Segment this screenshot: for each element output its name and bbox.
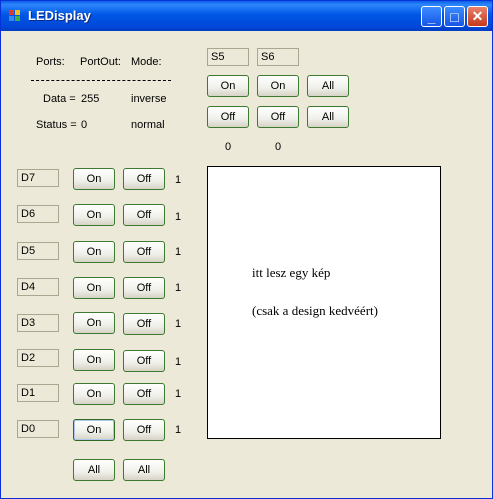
app-icon <box>9 10 23 22</box>
d1-value: 1 <box>175 388 182 400</box>
status-mode: normal <box>131 119 165 131</box>
d1-on-button[interactable]: On <box>73 383 115 405</box>
d5-value: 1 <box>175 246 182 258</box>
picture-box: itt lesz egy kép (csak a design kedvéért… <box>207 166 441 439</box>
d7-on-button[interactable]: On <box>73 168 115 190</box>
d0-off-button[interactable]: Off <box>123 419 165 441</box>
picture-caption-1: itt lesz egy kép <box>252 265 331 280</box>
d3-value: 1 <box>175 318 182 330</box>
title-bar[interactable]: LEDisplay _ □ ✕ <box>1 1 492 31</box>
close-button[interactable]: ✕ <box>467 6 488 27</box>
d0-on-button[interactable]: On <box>73 419 115 441</box>
d2-on-button[interactable]: On <box>73 349 115 371</box>
main-window: LEDisplay _ □ ✕ Ports: PortOut: Mode: Da… <box>0 0 493 499</box>
data-bit-name[interactable]: D3 <box>17 314 59 332</box>
d1-off-button[interactable]: Off <box>123 383 165 405</box>
window-title: LEDisplay <box>28 8 91 23</box>
picture-caption-2: (csak a design kedvéért) <box>252 303 378 318</box>
portout-label: PortOut: <box>80 56 121 68</box>
maximize-button[interactable]: □ <box>444 6 465 27</box>
status-bit-name[interactable]: S5 <box>207 48 249 66</box>
maximize-icon: □ <box>450 8 459 25</box>
data-bit-name[interactable]: D0 <box>17 420 59 438</box>
d0-value: 1 <box>175 424 182 436</box>
data-bit-name[interactable]: D4 <box>17 278 59 296</box>
s6-value: 0 <box>275 141 282 153</box>
status-label: Status = <box>36 119 77 131</box>
d6-value: 1 <box>175 211 182 223</box>
mode-label: Mode: <box>131 56 162 68</box>
data-bit-name[interactable]: D7 <box>17 169 59 187</box>
d4-value: 1 <box>175 282 182 294</box>
minimize-icon: _ <box>427 8 436 25</box>
ports-label: Ports: <box>36 56 65 68</box>
d6-off-button[interactable]: Off <box>123 204 165 226</box>
d3-off-button[interactable]: Off <box>123 313 165 335</box>
s5-on-button[interactable]: On <box>207 75 249 97</box>
close-icon: ✕ <box>471 8 484 24</box>
data-bit-name[interactable]: D6 <box>17 205 59 223</box>
data-label: Data = <box>43 93 76 105</box>
d3-on-button[interactable]: On <box>73 312 115 334</box>
d4-off-button[interactable]: Off <box>123 277 165 299</box>
s5-value: 0 <box>225 141 232 153</box>
data-bit-name[interactable]: D5 <box>17 242 59 260</box>
data-all-off-button[interactable]: All <box>123 459 165 481</box>
data-all-on-button[interactable]: All <box>73 459 115 481</box>
status-all-on-button[interactable]: All <box>307 75 349 97</box>
data-mode: inverse <box>131 93 167 105</box>
data-value: 255 <box>81 93 100 105</box>
d5-off-button[interactable]: Off <box>123 241 165 263</box>
s6-on-button[interactable]: On <box>257 75 299 97</box>
d4-on-button[interactable]: On <box>73 277 115 299</box>
s5-off-button[interactable]: Off <box>207 106 249 128</box>
d2-off-button[interactable]: Off <box>123 350 165 372</box>
status-bit-name[interactable]: S6 <box>257 48 299 66</box>
d7-value: 1 <box>175 174 182 186</box>
data-bit-name[interactable]: D1 <box>17 384 59 402</box>
d5-on-button[interactable]: On <box>73 241 115 263</box>
status-value: 0 <box>81 119 88 131</box>
status-all-off-button[interactable]: All <box>307 106 349 128</box>
d2-value: 1 <box>175 356 182 368</box>
d6-on-button[interactable]: On <box>73 204 115 226</box>
data-bit-name[interactable]: D2 <box>17 349 59 367</box>
s6-off-button[interactable]: Off <box>257 106 299 128</box>
minimize-button[interactable]: _ <box>421 6 442 27</box>
header-divider <box>31 80 171 81</box>
d7-off-button[interactable]: Off <box>123 168 165 190</box>
